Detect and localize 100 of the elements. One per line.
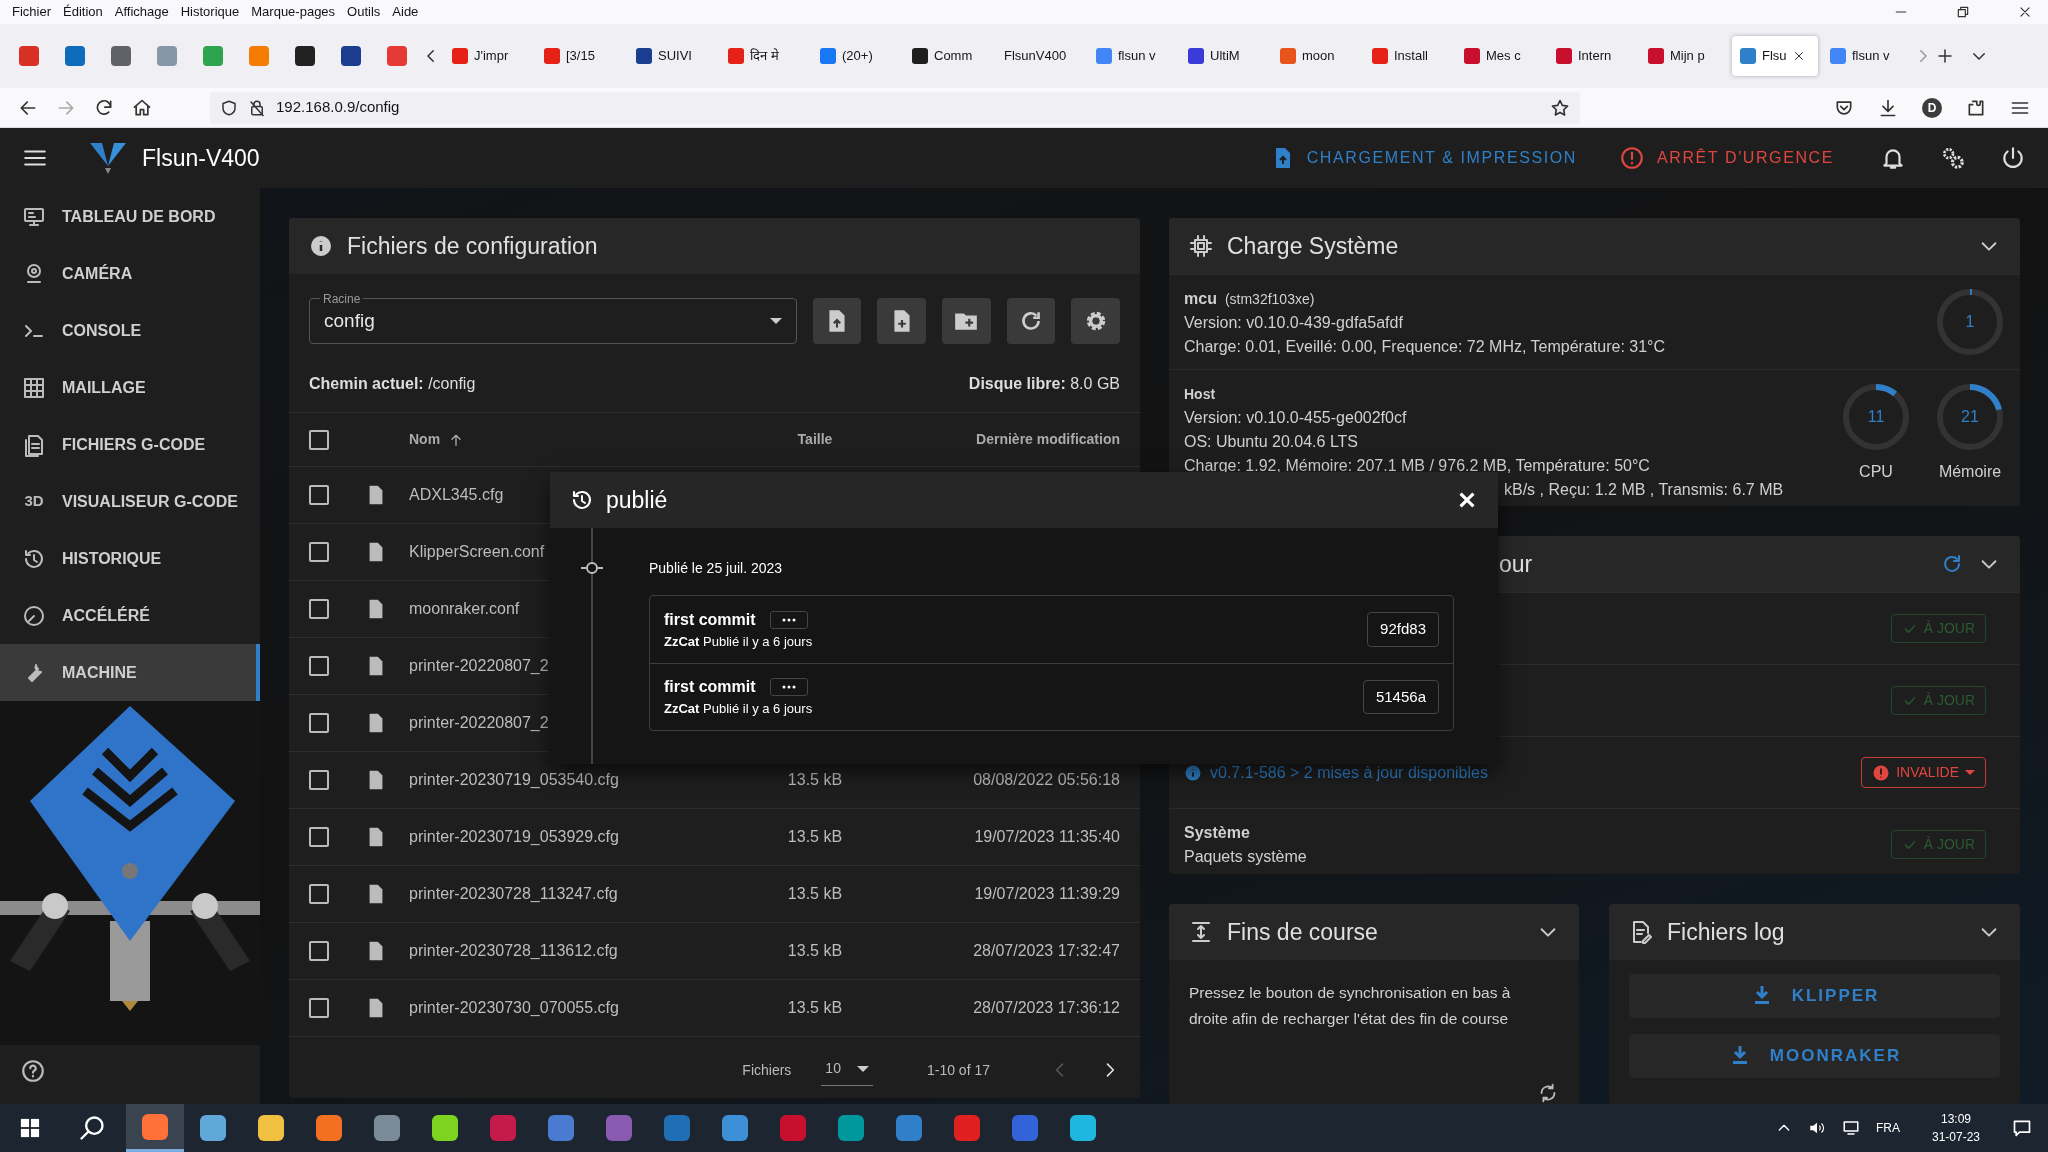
browser-tab[interactable]: flsun v (1088, 36, 1176, 76)
sidebar-item[interactable]: ACCÉLÉRÉ (0, 587, 260, 644)
per-page-select[interactable]: 10 (821, 1054, 873, 1086)
browser-tab[interactable]: Flsu (1732, 36, 1818, 76)
new-tab-icon[interactable] (1936, 47, 1954, 65)
sidebar-item[interactable]: MAILLAGE (0, 359, 260, 416)
browser-tab[interactable]: Mijn p (1640, 36, 1728, 76)
new-file-button[interactable] (877, 298, 926, 344)
checkbox[interactable] (309, 713, 329, 733)
status-dropdown[interactable]: INVALIDE (1861, 757, 1986, 789)
menu-item[interactable]: Fichier (6, 2, 57, 22)
search-icon[interactable] (78, 1114, 106, 1142)
checkbox[interactable] (309, 884, 329, 904)
modified-date: 28/07/2023 17:32:47 (972, 941, 1120, 961)
close-icon[interactable] (2018, 5, 2032, 19)
app-icon (780, 1115, 806, 1141)
menu-item[interactable]: Historique (174, 2, 246, 22)
commit-hash[interactable]: 92fd83 (1367, 612, 1439, 647)
browser-tab[interactable]: UltiM (1180, 36, 1268, 76)
browser-tab[interactable]: Mes c (1456, 36, 1544, 76)
checkbox[interactable] (309, 542, 329, 562)
file-name[interactable]: printer-20230719_053540.cfg (409, 768, 740, 792)
download-log-button[interactable]: MOONRAKER (1629, 1034, 2000, 1078)
browser-tab[interactable]: SUIVI (628, 36, 716, 76)
bookmark-star-icon[interactable] (1550, 97, 1570, 118)
favicon-icon (544, 48, 560, 64)
favicon-icon (1556, 48, 1572, 64)
more-button[interactable] (769, 678, 808, 697)
pinned-tab-icon[interactable] (341, 46, 361, 66)
menu-item[interactable]: Édition (57, 2, 109, 22)
close-tab-icon[interactable] (1792, 50, 1805, 62)
app-icon (374, 1115, 400, 1141)
account-avatar[interactable]: D (1922, 97, 1942, 118)
checkbox[interactable] (309, 485, 329, 505)
download-log-button[interactable]: KLIPPER (1629, 974, 2000, 1018)
upload-button[interactable] (812, 298, 862, 344)
info-icon (1184, 763, 1202, 782)
checkbox[interactable] (309, 599, 329, 619)
file-name[interactable]: printer-20230730_070055.cfg (409, 996, 740, 1020)
column-header[interactable]: Taille (740, 429, 890, 450)
column-header[interactable]: Dernière modification (890, 429, 1120, 450)
browser-tab[interactable]: (20+) (812, 36, 900, 76)
sidebar-item[interactable]: HISTORIQUE (0, 530, 260, 587)
clock-date[interactable]: 31-07-23 (1931, 1128, 1980, 1146)
sidebar-item[interactable]: CAMÉRA (0, 245, 260, 302)
browser-tab[interactable]: flsun v (1822, 36, 1910, 76)
checkbox[interactable] (309, 941, 329, 961)
column-header[interactable]: Nom (409, 429, 441, 450)
checkbox[interactable] (309, 429, 329, 450)
taskbar-app[interactable] (126, 1104, 184, 1152)
power-icon[interactable] (2000, 145, 2026, 171)
menu-item[interactable]: Affichage (108, 2, 175, 22)
sidebar-item[interactable]: FICHIERS G-CODE (0, 416, 260, 473)
restore-icon[interactable] (1956, 5, 1970, 19)
browser-tab[interactable]: Comm (904, 36, 992, 76)
browser-tab[interactable]: [3/15 (536, 36, 624, 76)
upload-print-button[interactable]: CHARGEMENT & IMPRESSION (1264, 145, 1583, 171)
reload-icon[interactable] (94, 97, 114, 118)
settings-button[interactable] (1071, 298, 1120, 344)
menu-item[interactable]: Outils (341, 2, 387, 22)
favicon-icon (636, 48, 652, 64)
download-icon[interactable] (1878, 97, 1898, 118)
pinned-tab-icon[interactable] (295, 46, 315, 66)
start-icon[interactable] (20, 1118, 40, 1138)
commit-hash[interactable]: 51456a (1362, 679, 1439, 715)
checkbox[interactable] (309, 998, 329, 1018)
menu-item[interactable]: Marque-pages (245, 2, 342, 22)
file-name[interactable]: printer-20230728_113612.cfg (409, 939, 740, 963)
browser-tab[interactable]: Install (1364, 36, 1452, 76)
home-icon[interactable] (132, 97, 152, 118)
browser-tab[interactable]: moon (1272, 36, 1360, 76)
sidebar-item[interactable]: MACHINE (0, 644, 260, 701)
pinned-tab-icon[interactable] (111, 46, 131, 66)
settings-icon[interactable] (1940, 145, 1966, 171)
more-icon (780, 684, 797, 691)
refresh-button[interactable] (1006, 298, 1056, 344)
sidebar-item[interactable]: TABLEAU DE BORD (0, 188, 260, 245)
file-name[interactable]: printer-20230719_053929.cfg (409, 825, 740, 849)
new-folder-button[interactable] (941, 298, 991, 344)
browser-tab[interactable]: Intern (1548, 36, 1636, 76)
address-bar[interactable]: 192.168.0.9/config (210, 91, 1580, 124)
sidebar-item[interactable]: CONSOLE (0, 302, 260, 359)
checkbox[interactable] (309, 656, 329, 676)
notification-icon[interactable] (2012, 1118, 2032, 1138)
emergency-stop-button[interactable]: ARRÊT D'URGENCE (1613, 144, 1840, 172)
browser-tab[interactable]: J'impr (444, 36, 532, 76)
host-info-line: OS: Ubuntu 20.04.6 LTS (1184, 432, 1360, 452)
app-icon (200, 1115, 226, 1141)
help-icon[interactable] (20, 1058, 46, 1084)
more-button[interactable] (769, 610, 808, 629)
network-icon[interactable] (1841, 1119, 1860, 1137)
sidebar-item[interactable]: 3D VISUALISEUR G-CODE (0, 473, 260, 530)
clock-time[interactable]: 13:09 (1940, 1110, 1971, 1128)
browser-tab[interactable]: दिन मे (720, 36, 808, 76)
checkbox[interactable] (309, 827, 329, 847)
language-indicator[interactable]: FRA (1875, 1119, 1900, 1137)
file-name[interactable]: printer-20230728_113247.cfg (409, 882, 740, 906)
menu-item[interactable]: Aide (386, 2, 425, 22)
browser-tab[interactable]: FlsunV400 (996, 36, 1084, 76)
checkbox[interactable] (309, 770, 329, 790)
